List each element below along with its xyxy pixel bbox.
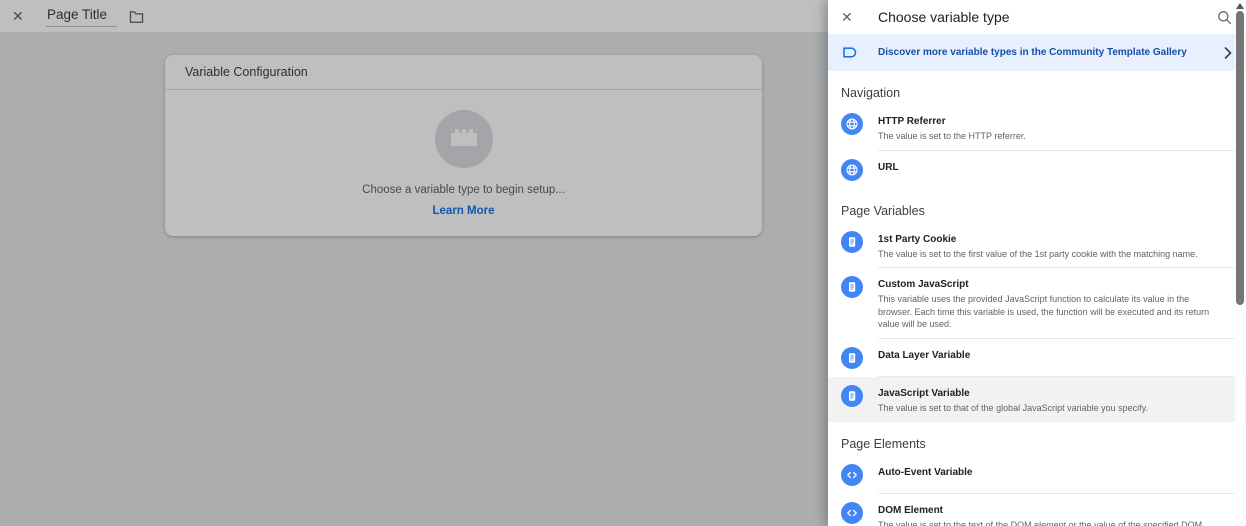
- search-icon[interactable]: [1217, 10, 1232, 25]
- variable-type-title: Auto-Event Variable: [878, 466, 1220, 479]
- banner-text: Discover more variable types in the Comm…: [878, 47, 1224, 58]
- variable-type-title: Data Layer Variable: [878, 349, 1220, 362]
- document-icon: [841, 385, 863, 407]
- document-icon: [841, 231, 863, 253]
- template-gallery-icon: [841, 45, 863, 60]
- scrollbar: [1235, 1, 1245, 526]
- document-icon: [841, 276, 863, 298]
- scroll-up-arrow-icon[interactable]: [1236, 3, 1244, 9]
- variable-type-title: JavaScript Variable: [878, 387, 1220, 400]
- variable-type-row[interactable]: URL: [828, 151, 1246, 189]
- variable-type-title: URL: [878, 161, 1220, 174]
- variable-type-desc: The value is set to the HTTP referrer.: [878, 130, 1220, 143]
- variable-type-title: HTTP Referrer: [878, 115, 1220, 128]
- globe-icon: [841, 159, 863, 181]
- variable-type-row[interactable]: Custom JavaScript This variable uses the…: [828, 268, 1246, 339]
- variable-type-desc: The value is set to the first value of t…: [878, 248, 1220, 261]
- document-icon: [841, 347, 863, 369]
- workspace-region: ✕ Page Title Variable Configuration Choo…: [0, 0, 828, 526]
- globe-icon: [841, 113, 863, 135]
- section-heading: Page Elements: [828, 422, 1246, 456]
- choose-variable-type-panel: ✕ Choose variable type Discover more var…: [828, 0, 1246, 526]
- variable-type-desc: This variable uses the provided JavaScri…: [878, 293, 1220, 331]
- variable-type-section: Navigation HTTP Referrer The value is se…: [828, 71, 1246, 189]
- section-heading: Page Variables: [828, 189, 1246, 223]
- section-heading: Navigation: [828, 71, 1246, 105]
- variable-type-row[interactable]: JavaScript Variable The value is set to …: [828, 377, 1246, 423]
- variable-type-title: 1st Party Cookie: [878, 233, 1220, 246]
- section-rows: HTTP Referrer The value is set to the HT…: [828, 105, 1246, 189]
- variable-type-desc: The value is set to the text of the DOM …: [878, 519, 1220, 526]
- panel-header: ✕ Choose variable type: [828, 0, 1246, 34]
- panel-title: Choose variable type: [878, 9, 1217, 25]
- variable-type-row[interactable]: Data Layer Variable: [828, 339, 1246, 377]
- close-icon[interactable]: ✕: [841, 9, 863, 26]
- variable-type-row[interactable]: Auto-Event Variable: [828, 456, 1246, 494]
- variable-type-row[interactable]: 1st Party Cookie The value is set to the…: [828, 223, 1246, 269]
- variable-type-section: Page Variables 1st Party Cookie The valu…: [828, 189, 1246, 423]
- community-template-gallery-banner[interactable]: Discover more variable types in the Comm…: [828, 34, 1246, 71]
- variable-type-title: Custom JavaScript: [878, 278, 1220, 291]
- variable-type-section: Page Elements Auto-Event Variable DOM El…: [828, 422, 1246, 526]
- variable-type-row[interactable]: DOM Element The value is set to the text…: [828, 494, 1246, 526]
- variable-type-row[interactable]: HTTP Referrer The value is set to the HT…: [828, 105, 1246, 151]
- variable-type-title: DOM Element: [878, 504, 1220, 517]
- variable-type-list: Navigation HTTP Referrer The value is se…: [828, 71, 1246, 526]
- section-rows: Auto-Event Variable DOM Element The valu…: [828, 456, 1246, 526]
- modal-scrim: [0, 0, 828, 526]
- section-rows: 1st Party Cookie The value is set to the…: [828, 223, 1246, 423]
- variable-type-desc: The value is set to that of the global J…: [878, 402, 1220, 415]
- scrollbar-thumb[interactable]: [1236, 11, 1244, 305]
- chevron-right-icon: [1224, 47, 1232, 59]
- code-icon: [841, 464, 863, 486]
- code-icon: [841, 502, 863, 524]
